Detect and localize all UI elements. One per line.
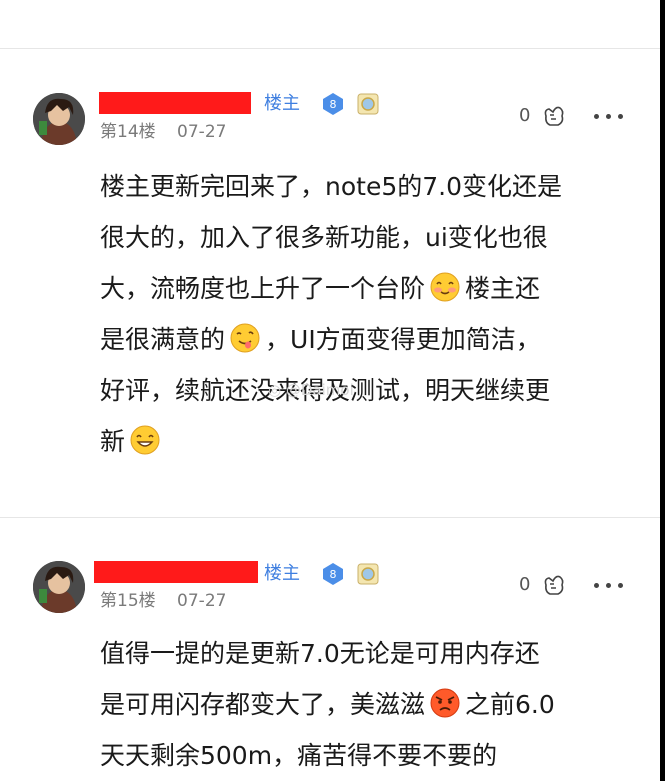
level-number: 8 (330, 98, 337, 111)
post-content: 值得一提的是更新7.0无论是可用内存还 是可用闪存都变大了，美滋滋 之前6.0 天… (100, 628, 628, 781)
angry-emoji-icon (429, 685, 461, 718)
level-badge-icon: 8 (321, 92, 345, 116)
content-line: 值得一提的是更新7.0无论是可用内存还 (100, 639, 540, 668)
content-line: 是可用闪存都变大了，美滋滋 之前6.0 (100, 679, 628, 730)
grin-emoji-icon (129, 422, 161, 455)
owner-label: 楼主 (264, 93, 300, 114)
avatar[interactable] (33, 561, 85, 613)
owner-label: 楼主 (264, 563, 300, 584)
like-hand-icon[interactable] (540, 571, 568, 599)
username-redacted[interactable] (99, 92, 251, 114)
level-badge-icon: 8 (321, 562, 345, 586)
watermark: ◎ @Daimoi (268, 381, 354, 399)
like-count: 0 (519, 105, 531, 126)
floor-info: 第15楼 07-27 (100, 590, 226, 612)
content-text: 之前6.0 (465, 690, 555, 719)
more-icon[interactable] (592, 580, 626, 590)
username-redacted[interactable] (94, 561, 258, 583)
floor-info: 第14楼 07-27 (100, 121, 226, 143)
content-text: 是可用闪存都变大了，美滋滋 (100, 690, 426, 719)
more-icon[interactable] (592, 111, 626, 121)
floor-number: 第14楼 (100, 122, 156, 142)
like-count: 0 (519, 574, 531, 595)
content-text: ，UI方面变得更加简洁， (265, 325, 541, 354)
watermark-text: @Daimoi (285, 381, 354, 399)
blush-emoji-icon (429, 269, 461, 302)
content-line: 楼主更新完回来了，note5的7.0变化还是 (100, 172, 562, 201)
content-line: 好评，续航还没来得及测试，明天继续更 (100, 376, 551, 405)
medal-icon (357, 563, 379, 585)
content-line: 是很满意的 ，UI方面变得更加简洁， (100, 314, 628, 365)
post-content: 楼主更新完回来了，note5的7.0变化还是 很大的，加入了很多新功能，ui变化… (100, 161, 628, 467)
post-date: 07-27 (177, 122, 227, 142)
content-text: 大，流畅度也上升了一个台阶 (100, 274, 426, 303)
thread-page: 楼主 8 第14楼 07-27 0 楼主更新完回来了，note5的7.0变化还是… (0, 0, 660, 781)
medal-icon (357, 93, 379, 115)
content-line: 大，流畅度也上升了一个台阶 楼主还 (100, 263, 628, 314)
divider (0, 517, 660, 518)
like-hand-icon[interactable] (540, 102, 568, 130)
divider (0, 48, 660, 49)
weibo-icon: ◎ (268, 381, 282, 399)
post-date: 07-27 (177, 591, 227, 611)
content-line: 很大的，加入了很多新功能，ui变化也很 (100, 223, 548, 252)
floor-number: 第15楼 (100, 591, 156, 611)
level-number: 8 (330, 568, 337, 581)
content-line: 天天剩余500m，痛苦得不要不要的 (100, 741, 498, 770)
avatar[interactable] (33, 93, 85, 145)
tongue-emoji-icon (229, 320, 261, 353)
content-text: 楼主还 (465, 274, 541, 303)
content-text: 新 (100, 427, 126, 456)
content-line: 新 (100, 416, 628, 467)
content-text: 是很满意的 (100, 325, 226, 354)
